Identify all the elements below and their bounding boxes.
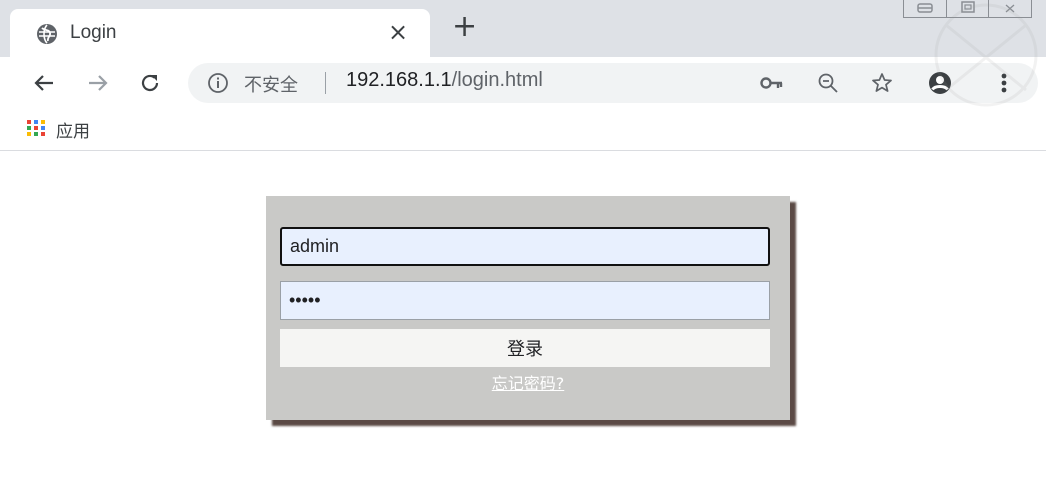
address-bar[interactable]: 不安全 192.168.1.1/login.html: [188, 63, 1038, 103]
login-panel: 登录 忘记密码?: [266, 196, 790, 420]
globe-icon: [36, 23, 58, 45]
key-icon[interactable]: [758, 69, 786, 97]
info-icon[interactable]: [206, 71, 230, 95]
maximize-button[interactable]: [945, 0, 990, 18]
bookmarks-bar: 应用: [0, 109, 1046, 151]
minimize-button[interactable]: [903, 0, 947, 18]
back-arrow-icon[interactable]: [30, 69, 58, 97]
browser-toolbar: 不安全 192.168.1.1/login.html: [0, 57, 1046, 109]
close-tab-icon[interactable]: ×: [388, 18, 408, 46]
bookmark-apps-label: 应用: [56, 122, 90, 142]
password-input[interactable]: [280, 281, 770, 320]
login-button[interactable]: 登录: [280, 329, 770, 367]
kebab-menu-icon[interactable]: [990, 69, 1018, 97]
close-window-button[interactable]: [988, 0, 1032, 18]
profile-icon[interactable]: [926, 69, 954, 97]
forward-arrow-icon[interactable]: [84, 69, 112, 97]
tab-title: Login: [70, 22, 117, 43]
tab-strip: Login × +: [0, 0, 1046, 57]
tab-login[interactable]: Login ×: [10, 9, 430, 57]
security-status-label: 不安全: [244, 75, 298, 96]
url-host: 192.168.1.1: [346, 69, 452, 91]
window-controls: [903, 0, 1032, 18]
star-icon[interactable]: [868, 69, 896, 97]
forgot-password-link[interactable]: 忘记密码?: [266, 370, 790, 394]
username-input[interactable]: [280, 227, 770, 266]
url-path: /login.html: [451, 69, 543, 91]
zoom-out-icon[interactable]: [814, 69, 842, 97]
reload-icon[interactable]: [136, 69, 164, 97]
omnibox-divider: [325, 72, 326, 94]
bookmark-apps[interactable]: 应用: [26, 117, 90, 142]
apps-grid-icon: [26, 118, 46, 142]
new-tab-icon[interactable]: +: [452, 12, 477, 42]
url-text[interactable]: 192.168.1.1/login.html: [346, 69, 543, 92]
